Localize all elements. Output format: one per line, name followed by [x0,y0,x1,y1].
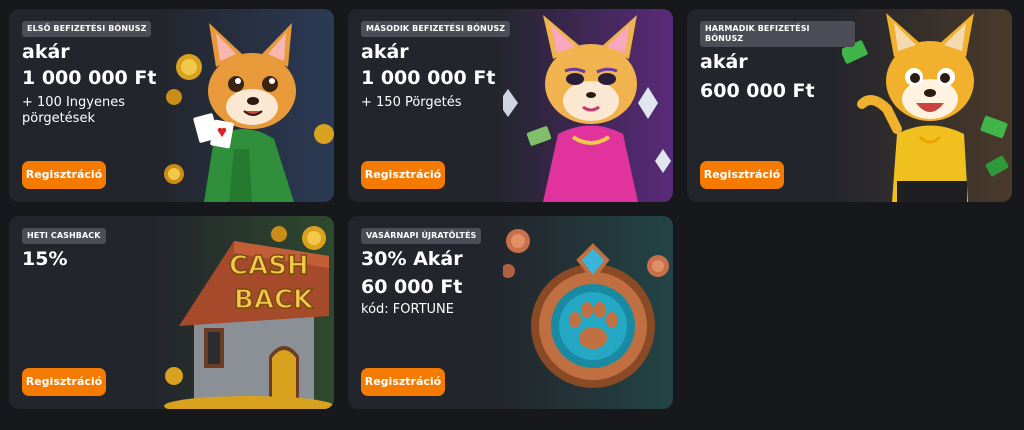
bonus-badge: ELSŐ BEFIZETÉSI BÓNUSZ [22,21,152,37]
bonus-amount: 1 000 000 Ft [361,67,496,89]
cashback-percent: 15% [22,248,68,270]
fox-yellow-shirt-illustration [842,13,1009,202]
bonus-badge: VASÁRNAPI ÚJRATÖLTÉS [361,228,482,244]
fox-pink-dress-illustration [503,15,671,202]
bonus-card-second-deposit[interactable]: MÁSODIK BEFIZETÉSI BÓNUSZ akár 1 000 000… [348,9,673,202]
register-button[interactable]: Regisztráció [361,161,445,189]
back-word: BACK [234,285,314,315]
bonus-badge: MÁSODIK BEFIZETÉSI BÓNUSZ [361,21,511,37]
bonus-badge: HARMADIK BEFIZETÉSI BÓNUSZ [700,21,855,47]
register-button[interactable]: Regisztráció [22,368,106,396]
register-button[interactable]: Regisztráció [361,368,445,396]
bonus-spins-line1: + 100 Ingyenes [22,95,125,110]
reload-percent: 30% Akár [361,248,463,270]
bonus-card-third-deposit[interactable]: HARMADIK BEFIZETÉSI BÓNUSZ akár 600 000 … [687,9,1012,202]
bonus-prefix: akár [700,51,748,73]
bonus-card-first-deposit[interactable]: ELSŐ BEFIZETÉSI BÓNUSZ akár 1 000 000 Ft… [9,9,334,202]
bonus-grid: ELSŐ BEFIZETÉSI BÓNUSZ akár 1 000 000 Ft… [0,0,1024,430]
bonus-amount: 600 000 Ft [700,80,815,102]
reload-amount: 60 000 Ft [361,276,463,298]
bonus-badge: HETI CASHBACK [22,228,106,244]
fox-card-player-illustration [164,23,334,202]
bonus-prefix: akár [361,41,409,63]
bonus-spins: + 150 Pörgetés [361,95,462,110]
cash-word: CASH [229,251,309,281]
bonus-spins-line2: pörgetések [22,111,95,126]
paw-medallion-illustration [503,229,669,388]
promo-code: kód: FORTUNE [361,302,454,317]
bonus-prefix: akár [22,41,70,63]
bonus-badge-line2: BÓNUSZ [705,34,744,43]
register-button[interactable]: Regisztráció [22,161,106,189]
bonus-card-weekly-cashback[interactable]: CASH BACK HETI CASHBACK 15% Regisztráció [9,216,334,409]
cashback-house-illustration: CASH BACK [164,226,334,409]
bonus-card-sunday-reload[interactable]: VASÁRNAPI ÚJRATÖLTÉS 30% Akár 60 000 Ft … [348,216,673,409]
bonus-badge-line1: HARMADIK BEFIZETÉSI [705,24,810,33]
bonus-amount: 1 000 000 Ft [22,67,157,89]
register-button[interactable]: Regisztráció [700,161,784,189]
